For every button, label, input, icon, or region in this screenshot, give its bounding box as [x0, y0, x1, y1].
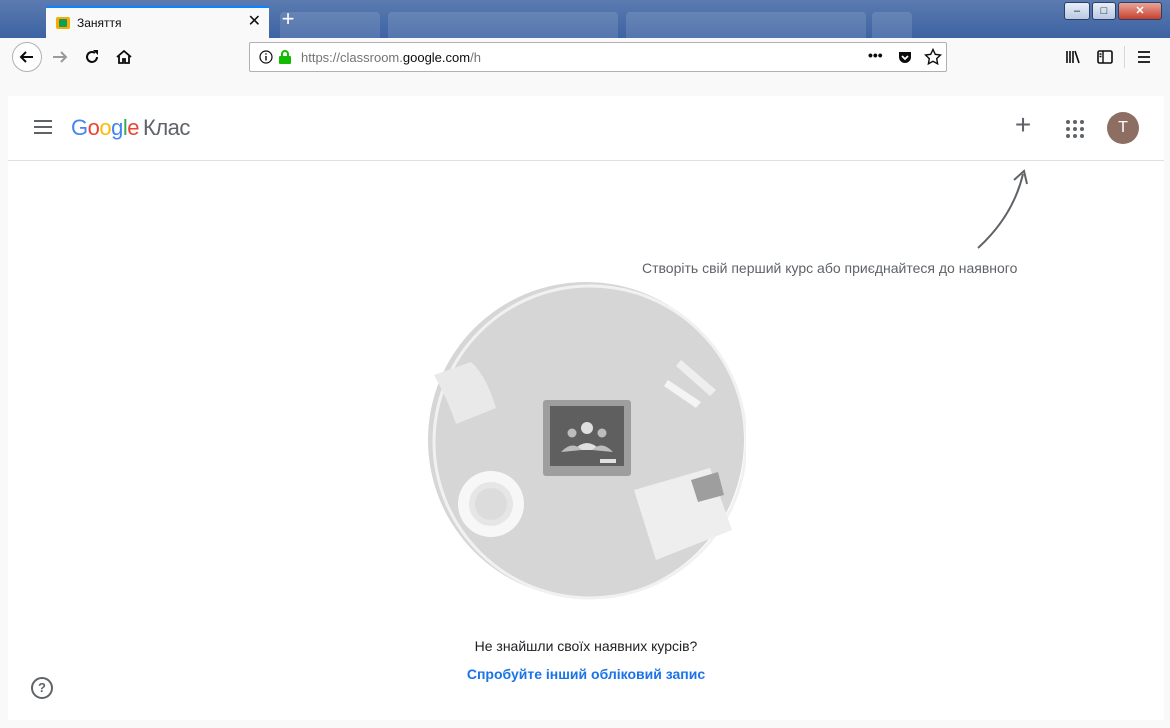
reload-icon[interactable] — [82, 47, 102, 72]
tab-title: Заняття — [77, 16, 122, 30]
forward-icon[interactable] — [50, 47, 70, 72]
sidebar-icon[interactable] — [1096, 48, 1114, 71]
menu-icon[interactable] — [1135, 48, 1153, 71]
classroom-page: Google Клас + T Створіть свій перший курс… — [8, 96, 1164, 720]
new-tab-icon[interactable]: + — [277, 8, 299, 30]
home-icon[interactable] — [114, 47, 134, 72]
switch-account-link[interactable]: Спробуйте інший обліковий запис — [448, 666, 724, 682]
library-icon[interactable] — [1064, 48, 1082, 71]
pocket-icon[interactable] — [897, 49, 913, 70]
empty-state-illustration — [428, 282, 746, 600]
active-tab[interactable]: Заняття ✕ — [46, 6, 269, 38]
browser-window: Заняття ✕ + – □ ✕ https://classroom.goog… — [0, 0, 1170, 728]
google-wordmark: Google — [71, 115, 140, 140]
lock-icon[interactable] — [278, 49, 292, 70]
avatar[interactable]: T — [1107, 112, 1139, 144]
more-icon[interactable]: ••• — [868, 47, 883, 63]
star-icon[interactable] — [923, 47, 943, 71]
background-tab[interactable] — [626, 12, 866, 38]
plus-icon[interactable]: + — [1011, 111, 1035, 139]
background-tab[interactable] — [872, 12, 912, 38]
close-tab-icon[interactable]: ✕ — [248, 13, 261, 31]
toolbar-divider — [1124, 46, 1125, 68]
no-courses-question: Не знайшли своїх наявних курсів? — [474, 638, 698, 654]
minimize-button[interactable]: – — [1064, 2, 1090, 20]
help-icon[interactable]: ? — [31, 677, 53, 699]
tab-strip: Заняття ✕ + – □ ✕ — [0, 0, 1170, 38]
create-course-hint: Створіть свій перший курс або приєднайте… — [642, 260, 1018, 276]
info-icon[interactable] — [259, 50, 273, 69]
classroom-logo[interactable]: Google Клас — [71, 115, 190, 141]
url-bar[interactable]: https://classroom.google.com/h ••• — [249, 42, 947, 72]
product-name: Клас — [143, 115, 190, 140]
url-text[interactable]: https://classroom.google.com/h — [301, 50, 481, 65]
apps-icon[interactable] — [1066, 120, 1084, 138]
background-tab[interactable] — [388, 12, 618, 38]
back-icon[interactable] — [12, 42, 42, 72]
app-bar: Google Клас + T — [8, 96, 1164, 161]
maximize-button[interactable]: □ — [1092, 2, 1116, 20]
tab-favicon-icon — [56, 17, 70, 29]
window-close-button[interactable]: ✕ — [1118, 2, 1162, 20]
nav-toolbar: https://classroom.google.com/h ••• — [0, 38, 1170, 79]
arrow-icon — [977, 169, 1028, 249]
hamburger-icon[interactable] — [34, 120, 52, 134]
